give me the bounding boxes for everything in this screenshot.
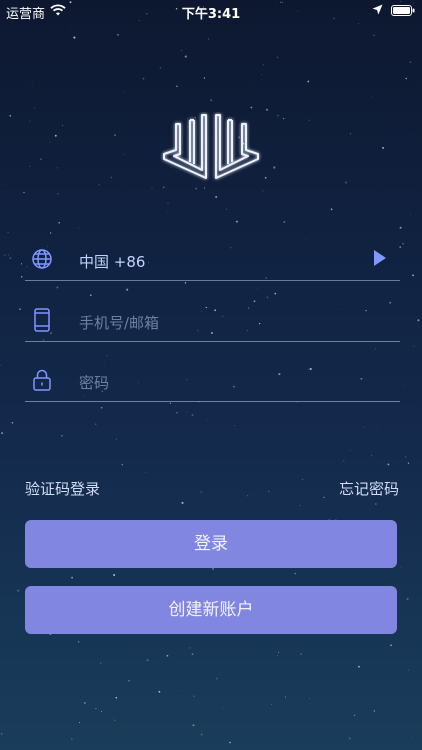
password-input[interactable]: 密码 bbox=[79, 372, 109, 393]
status-bar: 运营商 下午3:41 bbox=[0, 0, 422, 22]
password-field[interactable]: 密码 bbox=[25, 362, 400, 402]
phone-icon bbox=[34, 308, 50, 332]
country-code-selector[interactable]: 中国 +86 bbox=[25, 241, 400, 281]
app-logo bbox=[163, 114, 259, 179]
country-code-value: 中国 +86 bbox=[79, 253, 146, 271]
account-field[interactable]: 手机号/邮箱 bbox=[25, 302, 400, 342]
login-button[interactable]: 登录 bbox=[25, 520, 397, 568]
code-login-link[interactable]: 验证码登录 bbox=[25, 478, 100, 499]
lock-icon bbox=[33, 369, 51, 391]
forgot-password-link[interactable]: 忘记密码 bbox=[339, 478, 399, 499]
battery-icon bbox=[391, 5, 415, 16]
status-time: 下午3:41 bbox=[181, 7, 241, 22]
account-input[interactable]: 手机号/邮箱 bbox=[79, 312, 159, 333]
location-arrow-icon bbox=[372, 4, 383, 15]
create-account-button[interactable]: 创建新账户 bbox=[25, 586, 397, 634]
globe-icon bbox=[32, 249, 52, 269]
play-arrow-icon[interactable] bbox=[373, 249, 387, 267]
